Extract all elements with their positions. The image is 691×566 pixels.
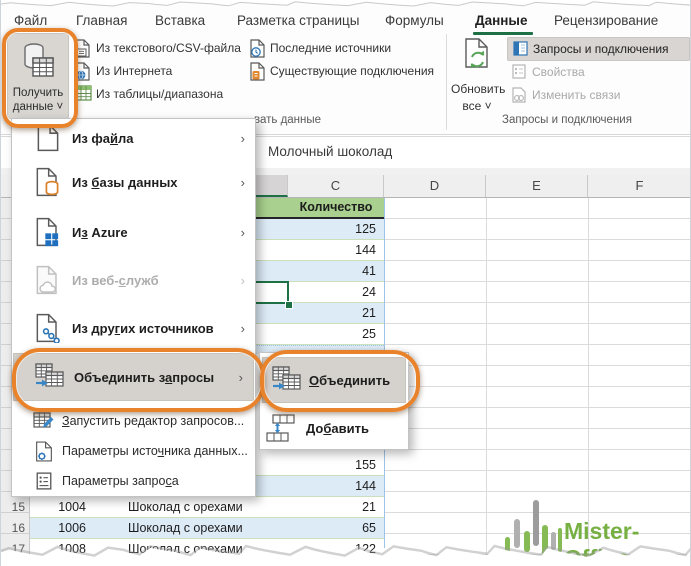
recent-sources-button[interactable]: Последние источники <box>270 38 391 58</box>
menu-item-other-sources[interactable]: Из других источников › <box>12 303 255 353</box>
ribbon: Файл Главная Вставка Разметка страницы Ф… <box>1 0 691 135</box>
row-number[interactable]: 15 <box>1 497 30 518</box>
table-header-label: Количество <box>288 198 384 217</box>
file-database-icon <box>32 167 64 197</box>
existing-connections-icon <box>250 62 266 81</box>
queries-pane-icon <box>513 41 528 56</box>
file-icon <box>32 124 64 152</box>
from-web-button[interactable]: Из Интернета <box>96 61 172 81</box>
submenu-item-append[interactable]: Добавить <box>260 407 503 449</box>
column-header-f[interactable]: F <box>588 175 691 197</box>
chevron-right-icon: › <box>241 321 245 336</box>
menu-item-from-azure[interactable]: Из Azure › <box>12 207 255 257</box>
tab-home[interactable]: Главная <box>76 9 127 33</box>
query-editor-icon <box>28 411 60 431</box>
append-icon <box>266 414 298 442</box>
formula-bar-value: Молочный шоколад <box>268 144 392 159</box>
file-nodes-icon <box>32 313 64 343</box>
menu-item-data-source-settings[interactable]: Параметры источника данных... <box>12 437 255 465</box>
file-azure-icon <box>32 217 64 247</box>
data-source-settings-icon <box>28 441 60 462</box>
menu-item-from-web-services[interactable]: Из веб-служб › <box>12 257 255 303</box>
edit-links-icon <box>512 87 527 103</box>
torn-edge-top <box>1 0 691 9</box>
group-label-get-transform: вать данные <box>254 114 321 126</box>
torn-edge-bottom <box>1 542 691 566</box>
excel-screenshot: Молочный шоколад C D E F Количество 125 … <box>0 0 691 566</box>
from-text-csv-button[interactable]: Из текстового/CSV-файла <box>96 38 241 58</box>
menu-item-query-options[interactable]: Параметры запроса <box>12 467 255 495</box>
chevron-right-icon: › <box>241 225 245 240</box>
refresh-all-button[interactable]: Обновить все ˅ <box>451 35 503 117</box>
column-header-e[interactable]: E <box>486 175 588 197</box>
table-row[interactable]: 1004 Шоколад с орехами 21 <box>30 497 384 518</box>
tab-page-layout[interactable]: Разметка страницы <box>237 9 359 33</box>
properties-button[interactable]: Свойства <box>507 62 688 82</box>
existing-connections-button[interactable]: Существующие подключения <box>270 61 434 81</box>
gridline-de <box>486 198 487 556</box>
tab-review[interactable]: Рецензирование <box>554 9 658 33</box>
table-row[interactable]: 1006 Шоколад с орехами 65 <box>30 518 384 539</box>
annotation-ring-merge <box>260 350 420 412</box>
recent-sources-icon <box>250 39 266 58</box>
menu-item-from-database[interactable]: Из базы данных › <box>12 157 255 207</box>
annotation-ring-get-data <box>2 28 78 128</box>
chevron-right-icon: › <box>241 175 245 190</box>
column-header-d[interactable]: D <box>384 175 486 197</box>
column-header-c[interactable]: C <box>288 175 384 197</box>
get-data-dropdown-menu: Из файла › Из базы данных › Из Azure › И… <box>11 118 256 497</box>
chevron-right-icon: › <box>241 273 245 288</box>
refresh-icon <box>464 38 490 70</box>
properties-icon <box>512 64 526 79</box>
from-table-range-button[interactable]: Из таблицы/диапазона <box>96 84 223 104</box>
fill-handle[interactable] <box>285 301 293 309</box>
annotation-ring-combine-queries <box>12 348 265 412</box>
edit-links-button[interactable]: Изменить связи <box>507 85 688 105</box>
chevron-right-icon: › <box>241 131 245 146</box>
queries-connections-toggle[interactable]: Запросы и подключения <box>507 37 690 61</box>
tab-formulas[interactable]: Формулы <box>385 9 444 33</box>
group-label-queries: Запросы и подключения <box>447 114 687 126</box>
tab-insert[interactable]: Вставка <box>155 9 205 33</box>
query-options-icon <box>28 472 60 490</box>
row-number[interactable]: 16 <box>1 518 30 539</box>
file-cloud-icon <box>32 265 64 295</box>
tab-data-active[interactable]: Данные <box>475 9 527 33</box>
